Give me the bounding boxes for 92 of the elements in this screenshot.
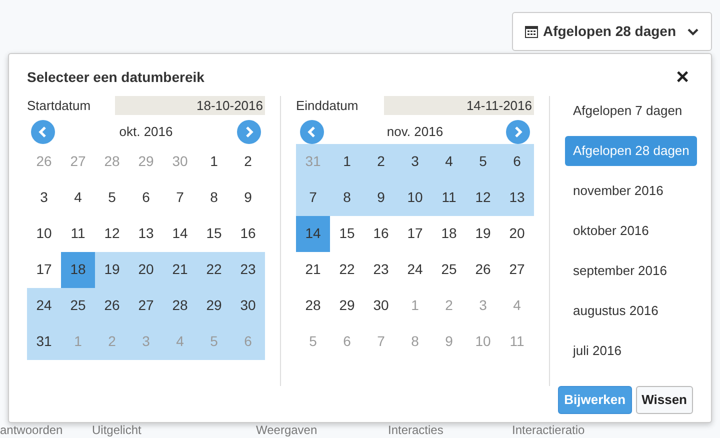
calendar-day[interactable]: 29 [330, 288, 364, 324]
calendar-day[interactable]: 3 [27, 180, 61, 216]
calendar-day[interactable]: 26 [466, 252, 500, 288]
calendar-day[interactable]: 22 [330, 252, 364, 288]
calendar-day[interactable]: 19 [95, 252, 129, 288]
preset-option[interactable]: Afgelopen 7 dagen [565, 96, 697, 126]
column-heading: Interactieratio [512, 423, 585, 438]
column-heading: Interacties [388, 423, 444, 438]
calendar-day[interactable]: 13 [129, 216, 163, 252]
calendar-day[interactable]: 21 [296, 252, 330, 288]
calendar-day[interactable]: 28 [296, 288, 330, 324]
calendar-day[interactable]: 24 [27, 288, 61, 324]
calendar-day[interactable]: 20 [129, 252, 163, 288]
preset-option[interactable]: juli 2016 [565, 336, 697, 366]
calendar-day[interactable]: 18 [432, 216, 466, 252]
calendar-icon [524, 25, 538, 38]
calendar-day[interactable]: 17 [27, 252, 61, 288]
calendar-day[interactable]: 7 [296, 180, 330, 216]
month-label: nov. 2016 [386, 122, 444, 141]
calendar-day[interactable]: 15 [330, 216, 364, 252]
close-button[interactable]: × [672, 66, 693, 88]
calendar-day[interactable]: 23 [231, 252, 265, 288]
calendar-day[interactable]: 18 [61, 252, 95, 288]
chevron-right-icon [512, 126, 523, 138]
calendar-day[interactable]: 15 [197, 216, 231, 252]
calendar-day[interactable]: 14 [296, 216, 330, 252]
month-label: okt. 2016 [119, 122, 173, 141]
date-range-button[interactable]: Afgelopen 28 dagen [512, 12, 712, 51]
dialog-title: Selecteer een datumbereik [27, 68, 204, 86]
calendar-day[interactable]: 24 [398, 252, 432, 288]
calendar-day[interactable]: 6 [500, 144, 534, 180]
calendar-day[interactable]: 5 [466, 144, 500, 180]
preset-option[interactable]: augustus 2016 [565, 296, 697, 326]
calendar-day[interactable]: 7 [163, 180, 197, 216]
preset-option[interactable]: oktober 2016 [565, 216, 697, 246]
calendar-day[interactable]: 14 [163, 216, 197, 252]
calendar-day[interactable]: 17 [398, 216, 432, 252]
calendar-day[interactable]: 25 [432, 252, 466, 288]
date-input[interactable]: 14-11-2016 [384, 96, 534, 116]
previous-month-button[interactable] [31, 120, 55, 144]
column-heading: Weergaven [256, 423, 318, 438]
calendar-day[interactable]: 16 [231, 216, 265, 252]
calendar-day[interactable]: 23 [364, 252, 398, 288]
field-label: Einddatum [296, 97, 358, 115]
calendar-day[interactable]: 10 [27, 216, 61, 252]
calendar-day[interactable]: 20 [500, 216, 534, 252]
calendar-day[interactable]: 28 [163, 288, 197, 324]
calendar-day[interactable]: 12 [466, 180, 500, 216]
calendar-day[interactable]: 30 [364, 288, 398, 324]
calendar-day[interactable]: 10 [398, 180, 432, 216]
calendar-day[interactable]: 4 [432, 144, 466, 180]
preset-option[interactable]: november 2016 [565, 176, 697, 206]
calendar-day[interactable]: 6 [129, 180, 163, 216]
chevron-left-icon [307, 126, 317, 138]
calendar-day[interactable]: 25 [61, 288, 95, 324]
calendar-day[interactable]: 2 [364, 144, 398, 180]
calendar-day[interactable]: 1 [330, 144, 364, 180]
calendar-day[interactable]: 5 [95, 180, 129, 216]
calendar-day[interactable]: 29 [197, 288, 231, 324]
chevron-left-icon [38, 126, 48, 138]
next-month-button[interactable] [237, 120, 261, 144]
calendar-day[interactable]: 9 [231, 180, 265, 216]
calendar-day[interactable]: 19 [466, 216, 500, 252]
calendar-day[interactable]: 21 [163, 252, 197, 288]
column-heading: antwoorden [0, 423, 63, 438]
calendar-day[interactable]: 8 [330, 180, 364, 216]
calendar-day[interactable]: 12 [95, 216, 129, 252]
calendar-day[interactable]: 4 [61, 180, 95, 216]
column-heading: Uitgelicht [92, 423, 142, 438]
date-input[interactable]: 18-10-2016 [115, 96, 265, 116]
preset-option[interactable]: september 2016 [565, 256, 697, 286]
calendar-day[interactable]: 8 [197, 180, 231, 216]
calendar-day[interactable]: 3 [398, 144, 432, 180]
calendar-day[interactable]: 1 [197, 144, 231, 180]
clear-button[interactable]: Wissen [636, 386, 693, 414]
chevron-right-icon [244, 126, 254, 138]
calendar-day[interactable]: 31 [27, 324, 61, 360]
calendar-day[interactable]: 11 [432, 180, 466, 216]
calendar-day[interactable]: 2 [231, 144, 265, 180]
calendar-day[interactable]: 27 [500, 252, 534, 288]
chevron-down-icon [687, 28, 700, 36]
calendar-day[interactable]: 27 [129, 288, 163, 324]
calendar-day[interactable]: 26 [95, 288, 129, 324]
calendar-day[interactable]: 30 [231, 288, 265, 324]
calendar-day[interactable]: 22 [197, 252, 231, 288]
calendar-day[interactable]: 9 [364, 180, 398, 216]
calendar-day[interactable]: 13 [500, 180, 534, 216]
field-label: Startdatum [27, 97, 91, 115]
calendar-day[interactable]: 11 [61, 216, 95, 252]
next-month-button[interactable] [506, 120, 530, 144]
calendar-day[interactable]: 16 [364, 216, 398, 252]
previous-month-button[interactable] [300, 120, 324, 144]
